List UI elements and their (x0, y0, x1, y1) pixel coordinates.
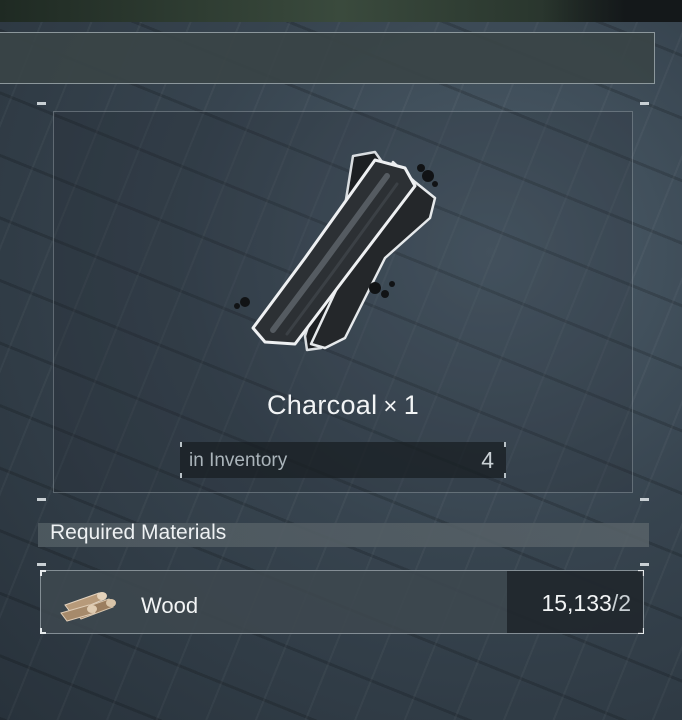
item-name-label: Charcoal × 1 (53, 390, 633, 421)
material-owned: 15,133 (541, 590, 612, 616)
panel-corner-mark (37, 498, 46, 501)
inventory-label: in Inventory (189, 450, 288, 471)
inventory-box-tick (504, 442, 506, 447)
inventory-box-tick (180, 442, 182, 447)
item-quantity: 1 (403, 390, 420, 420)
charcoal-icon (225, 148, 445, 358)
title-bar (0, 32, 655, 84)
panel-corner-mark (640, 498, 649, 501)
top-background-strip (0, 0, 682, 22)
material-row-corner (40, 570, 46, 576)
panel-corner-mark (37, 563, 46, 566)
inventory-count-box: in Inventory 4 (180, 442, 506, 478)
panel-corner-mark (640, 102, 649, 105)
material-needed: 2 (618, 590, 631, 616)
material-row-corner (40, 628, 46, 634)
inventory-box-tick (180, 473, 182, 478)
inventory-count: 4 (481, 447, 494, 473)
inventory-box-tick (504, 473, 506, 478)
panel-corner-mark (640, 563, 649, 566)
item-multiplier: × (383, 393, 398, 420)
wood-icon (59, 583, 121, 623)
material-name: Wood (141, 593, 199, 618)
panel-corner-mark (37, 102, 46, 105)
item-name: Charcoal (266, 390, 378, 420)
material-quantity: 15,133/2 (507, 571, 643, 633)
required-materials-title: Required Materials (50, 521, 227, 544)
material-row[interactable]: Wood 15,133/2 (40, 570, 644, 634)
required-materials-header: Required Materials (38, 521, 649, 547)
